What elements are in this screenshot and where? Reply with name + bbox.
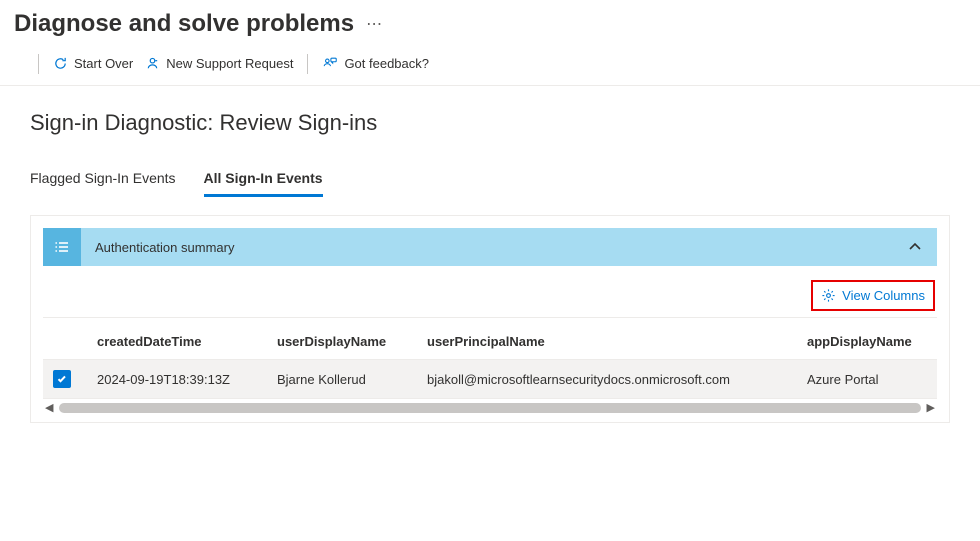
toolbar: Start Over New Support Request Got feedb… [0, 44, 980, 86]
view-columns-label: View Columns [842, 288, 925, 303]
tab-all-label: All Sign-In Events [204, 170, 323, 186]
new-support-request-label: New Support Request [166, 56, 293, 71]
tab-flagged-label: Flagged Sign-In Events [30, 170, 176, 186]
gear-icon [821, 288, 836, 303]
cell-appDisplayName: Azure Portal [807, 372, 967, 387]
horizontal-scrollbar[interactable]: ◀ ▶ [43, 401, 937, 414]
cell-createdDateTime: 2024-09-19T18:39:13Z [97, 372, 277, 387]
support-icon [145, 56, 160, 71]
tab-all-signin-events[interactable]: All Sign-In Events [204, 164, 323, 197]
separator [38, 54, 39, 74]
page-title: Diagnose and solve problems [14, 10, 354, 38]
cell-userPrincipalName: bjakoll@microsoftlearnsecuritydocs.onmic… [427, 372, 807, 387]
col-createdDateTime[interactable]: createdDateTime [97, 334, 277, 349]
feedback-icon [322, 56, 338, 71]
col-userPrincipalName[interactable]: userPrincipalName [427, 334, 807, 349]
new-support-request-button[interactable]: New Support Request [139, 52, 299, 75]
col-appDisplayName[interactable]: appDisplayName [807, 334, 967, 349]
got-feedback-button[interactable]: Got feedback? [316, 52, 435, 75]
chevron-up-icon [893, 239, 937, 255]
authentication-summary-label: Authentication summary [81, 240, 893, 255]
list-icon [43, 228, 81, 266]
row-checkbox[interactable] [53, 370, 71, 388]
authentication-summary-header[interactable]: Authentication summary [43, 228, 937, 266]
scroll-thumb[interactable] [59, 403, 920, 413]
more-icon[interactable]: ⋯ [366, 14, 382, 34]
start-over-label: Start Over [74, 56, 133, 71]
results-card: Authentication summary View Columns crea… [30, 215, 950, 423]
refresh-icon [53, 56, 68, 71]
section-title: Sign-in Diagnostic: Review Sign-ins [30, 110, 950, 136]
cell-userDisplayName: Bjarne Kollerud [277, 372, 427, 387]
got-feedback-label: Got feedback? [344, 56, 429, 71]
col-userDisplayName[interactable]: userDisplayName [277, 334, 427, 349]
scroll-right-icon[interactable]: ▶ [925, 401, 937, 414]
table-row[interactable]: 2024-09-19T18:39:13Z Bjarne Kollerud bja… [43, 359, 937, 399]
start-over-button[interactable]: Start Over [47, 52, 139, 75]
table-header-row: createdDateTime userDisplayName userPrin… [43, 324, 937, 359]
tab-flagged-signin-events[interactable]: Flagged Sign-In Events [30, 164, 176, 197]
view-columns-button[interactable]: View Columns [811, 280, 935, 311]
signin-table: createdDateTime userDisplayName userPrin… [43, 324, 937, 399]
tabs: Flagged Sign-In Events All Sign-In Event… [30, 164, 950, 197]
separator [307, 54, 308, 74]
scroll-left-icon[interactable]: ◀ [43, 401, 55, 414]
